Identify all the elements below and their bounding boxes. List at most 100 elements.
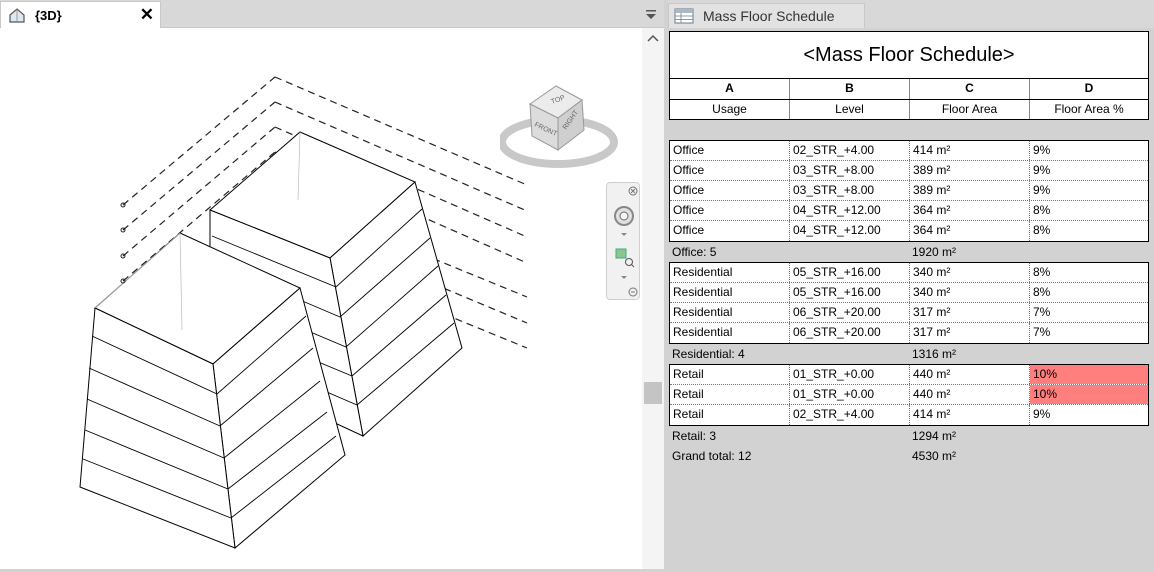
cell-usage[interactable]: Retail (670, 365, 790, 384)
steering-wheel-icon[interactable] (614, 206, 634, 226)
subtotal-label: Office: 5 (672, 245, 717, 259)
grand-total-area: 4530 m² (912, 449, 957, 463)
cell-floor-area[interactable]: 340 m² (910, 263, 1030, 282)
column-header-floor-area[interactable]: Floor Area (910, 100, 1030, 119)
subtotal-row: Residential: 4 1316 m² (669, 344, 1149, 364)
cell-floor-area[interactable]: 317 m² (910, 303, 1030, 322)
cell-usage[interactable]: Residential (670, 283, 790, 302)
subtotal-area: 1316 m² (912, 347, 957, 361)
column-header-usage[interactable]: Usage (670, 100, 790, 119)
cell-level[interactable]: 01_STR_+0.00 (790, 365, 910, 384)
cell-floor-area-pct[interactable]: 8% (1030, 263, 1148, 282)
settings-icon[interactable] (628, 287, 638, 297)
subtotal-row: Retail: 3 1294 m² (669, 426, 1149, 446)
column-letter[interactable]: B (790, 79, 910, 99)
column-letter[interactable]: A (670, 79, 790, 99)
cell-level[interactable]: 06_STR_+20.00 (790, 303, 910, 322)
cell-usage[interactable]: Retail (670, 405, 790, 425)
cell-floor-area-pct[interactable]: 10% (1030, 385, 1148, 404)
cell-floor-area[interactable]: 364 m² (910, 201, 1030, 220)
cell-usage[interactable]: Residential (670, 263, 790, 282)
tab-3d-view[interactable]: {3D} ✕ (0, 1, 161, 28)
3d-view-pane: {3D} ✕ TOP FRONT RIGHT (0, 0, 664, 569)
subtotal-label: Retail: 3 (672, 429, 717, 443)
cell-floor-area-pct[interactable]: 7% (1030, 303, 1148, 322)
cell-usage[interactable]: Office (670, 201, 790, 220)
cell-level[interactable]: 02_STR_+4.00 (790, 141, 910, 160)
column-letter[interactable]: D (1030, 79, 1148, 99)
3d-viewport[interactable]: TOP FRONT RIGHT (0, 28, 642, 569)
table-row[interactable]: Office 03_STR_+8.00 389 m² 9% (670, 181, 1148, 201)
cell-floor-area[interactable]: 440 m² (910, 365, 1030, 384)
cell-level[interactable]: 03_STR_+8.00 (790, 181, 910, 200)
cell-level[interactable]: 05_STR_+16.00 (790, 263, 910, 282)
cell-floor-area-pct[interactable]: 8% (1030, 201, 1148, 220)
cell-floor-area-pct[interactable]: 8% (1030, 221, 1148, 241)
cell-floor-area[interactable]: 340 m² (910, 283, 1030, 302)
grand-total-row: Grand total: 12 4530 m² (669, 446, 1149, 466)
cell-usage[interactable]: Residential (670, 323, 790, 343)
viewcube-widget[interactable]: TOP FRONT RIGHT (500, 74, 622, 174)
table-row[interactable]: Residential 05_STR_+16.00 340 m² 8% (670, 263, 1148, 283)
tab-mass-floor-schedule[interactable]: Mass Floor Schedule (668, 3, 865, 28)
cell-floor-area-pct[interactable]: 9% (1030, 181, 1148, 200)
cell-level[interactable]: 02_STR_+4.00 (790, 405, 910, 425)
cell-floor-area[interactable]: 389 m² (910, 181, 1030, 200)
cell-floor-area-pct[interactable]: 9% (1030, 405, 1148, 425)
cell-floor-area[interactable]: 317 m² (910, 323, 1030, 343)
table-row[interactable]: Retail 02_STR_+4.00 414 m² 9% (670, 405, 1148, 425)
cell-floor-area[interactable]: 364 m² (910, 221, 1030, 241)
zoom-icon[interactable] (615, 248, 635, 268)
table-row[interactable]: Office 04_STR_+12.00 364 m² 8% (670, 221, 1148, 241)
table-row[interactable]: Office 04_STR_+12.00 364 m² 8% (670, 201, 1148, 221)
cell-level[interactable]: 06_STR_+20.00 (790, 323, 910, 343)
table-row[interactable]: Residential 05_STR_+16.00 340 m² 8% (670, 283, 1148, 303)
cell-floor-area[interactable]: 389 m² (910, 161, 1030, 180)
cell-floor-area-pct[interactable]: 9% (1030, 141, 1148, 160)
cell-floor-area[interactable]: 414 m² (910, 141, 1030, 160)
zoom-dropdown-icon[interactable] (621, 276, 627, 279)
scroll-thumb[interactable] (644, 382, 662, 404)
wheel-dropdown-icon[interactable] (621, 233, 627, 236)
schedule-group: Retail 01_STR_+0.00 440 m² 10% Retail 01_STR_… (669, 364, 1149, 426)
subtotal-row: Office: 5 1920 m² (669, 242, 1149, 262)
cell-level[interactable]: 03_STR_+8.00 (790, 161, 910, 180)
scroll-up-icon[interactable] (647, 33, 659, 43)
cell-usage[interactable]: Office (670, 181, 790, 200)
schedule-group: Office 02_STR_+4.00 414 m² 9% Office 03_STR_+… (669, 140, 1149, 242)
cell-floor-area-pct[interactable]: 8% (1030, 283, 1148, 302)
column-letters-row: A B C D (669, 79, 1149, 100)
cell-usage[interactable]: Office (670, 141, 790, 160)
vertical-scrollbar[interactable] (642, 28, 664, 569)
schedule-title[interactable]: <Mass Floor Schedule> (669, 31, 1149, 79)
column-header-level[interactable]: Level (790, 100, 910, 119)
subtotal-label: Residential: 4 (672, 347, 745, 361)
table-row[interactable]: Residential 06_STR_+20.00 317 m² 7% (670, 303, 1148, 323)
cell-level[interactable]: 05_STR_+16.00 (790, 283, 910, 302)
column-header-floor-area-pct[interactable]: Floor Area % (1030, 100, 1148, 119)
table-row[interactable]: Office 03_STR_+8.00 389 m² 9% (670, 161, 1148, 181)
table-row[interactable]: Residential 06_STR_+20.00 317 m² 7% (670, 323, 1148, 343)
column-headers-row: Usage Level Floor Area Floor Area % (669, 100, 1149, 120)
cell-floor-area-pct[interactable]: 9% (1030, 161, 1148, 180)
cell-level[interactable]: 04_STR_+12.00 (790, 201, 910, 220)
close-icon[interactable] (628, 186, 638, 196)
close-tab-icon[interactable]: ✕ (140, 5, 154, 25)
cell-usage[interactable]: Office (670, 161, 790, 180)
cell-floor-area-pct[interactable]: 10% (1030, 365, 1148, 384)
table-row[interactable]: Retail 01_STR_+0.00 440 m² 10% (670, 365, 1148, 385)
table-row[interactable]: Office 02_STR_+4.00 414 m² 9% (670, 141, 1148, 161)
cell-usage[interactable]: Office (670, 221, 790, 241)
subtotal-area: 1294 m² (912, 429, 957, 443)
cell-level[interactable]: 04_STR_+12.00 (790, 221, 910, 241)
cell-floor-area[interactable]: 414 m² (910, 405, 1030, 425)
column-letter[interactable]: C (910, 79, 1030, 99)
cell-usage[interactable]: Residential (670, 303, 790, 322)
table-row[interactable]: Retail 01_STR_+0.00 440 m² 10% (670, 385, 1148, 405)
cell-usage[interactable]: Retail (670, 385, 790, 404)
tab-dropdown-icon[interactable] (645, 9, 657, 21)
cell-floor-area[interactable]: 440 m² (910, 385, 1030, 404)
cell-floor-area-pct[interactable]: 7% (1030, 323, 1148, 343)
subtotal-area: 1920 m² (912, 245, 957, 259)
cell-level[interactable]: 01_STR_+0.00 (790, 385, 910, 404)
